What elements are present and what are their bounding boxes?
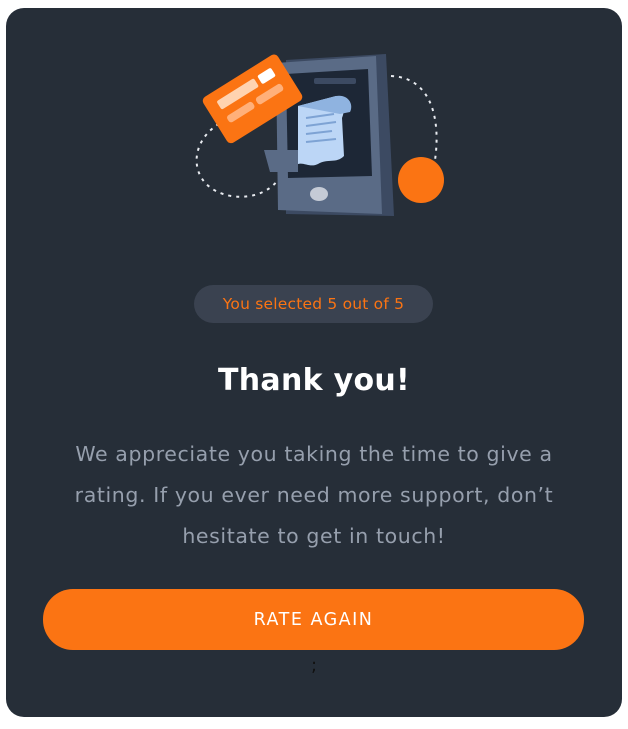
thank-you-message: We appreciate you taking the time to giv… [74,442,554,548]
rating-selected-badge: You selected 5 out of 5 [194,285,433,323]
payment-phone-illustration-icon [195,54,444,216]
thank-you-card: You selected 5 out of 5 Thank you! We ap… [6,8,622,717]
page-title: Thank you! [217,363,411,398]
rate-again-button[interactable]: RATE AGAIN [43,589,584,650]
stray-text: ; [310,655,318,676]
